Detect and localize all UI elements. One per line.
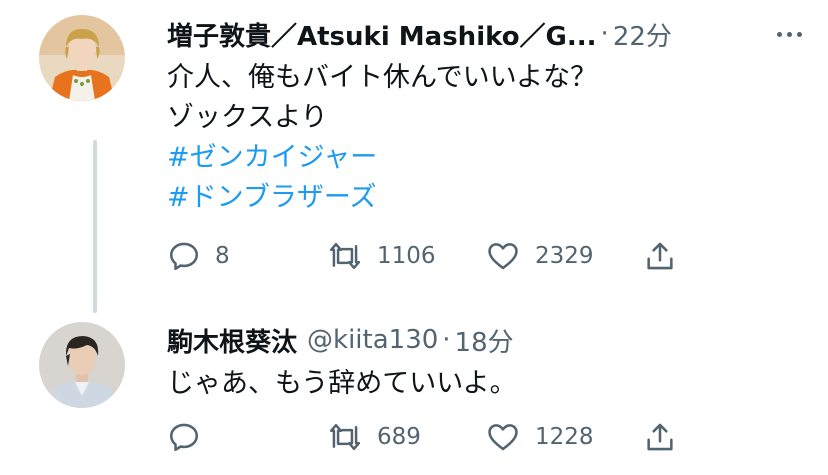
handle[interactable]: @kiita130 [307,325,438,355]
share-icon [647,242,673,270]
separator-dot: · [442,325,451,355]
share-button[interactable] [643,236,677,276]
tweet-actions: 8 1106 2329 [167,236,687,276]
share-icon [647,423,673,451]
tweet-header: 駒木根葵汰 @kiita130 · 18分 [167,320,802,360]
retweet-icon [329,242,361,270]
like-icon [488,424,518,451]
timestamp[interactable]: 22分 [613,16,672,53]
tweet-text: 介人、俺もバイト休んでいいよな？ ゾックスより #ゼンカイジャー #ドンブラザー… [167,58,597,218]
thread-line [93,140,97,313]
like-count: 1228 [535,424,594,450]
avatar[interactable] [39,322,125,408]
hashtag-link[interactable]: #ドンブラザーズ [167,178,597,218]
tweet-actions: 689 1228 [167,417,687,457]
reply-icon [169,242,199,271]
like-count: 2329 [535,243,594,269]
like-icon [488,243,518,270]
tweet-2[interactable]: 駒木根葵汰 @kiita130 · 18分 じゃあ、もう辞めていいよ。 689 … [0,310,828,475]
tweet-1[interactable]: 増子敦貴／Atsuki Mashiko／G... · 22分 介人、俺もバイト休… [0,0,828,313]
separator-dot: · [600,19,609,49]
retweet-button[interactable]: 1106 [327,236,436,276]
more-icon[interactable] [777,14,802,54]
tweet-header: 増子敦貴／Atsuki Mashiko／G... · 22分 [167,14,738,54]
avatar-image [39,322,125,408]
retweet-button[interactable]: 689 [327,417,421,457]
like-button[interactable]: 2329 [485,236,594,276]
display-name[interactable]: 増子敦貴／Atsuki Mashiko／G... [167,16,597,53]
timestamp[interactable]: 18分 [455,322,514,359]
reply-icon [169,423,199,452]
reply-count: 8 [215,243,230,269]
share-button[interactable] [643,417,677,457]
reply-button[interactable]: 8 [167,236,230,276]
retweet-icon [329,423,361,451]
display-name[interactable]: 駒木根葵汰 [167,322,297,359]
tweet-text-line: ゾックスより [167,102,328,133]
avatar-image [39,15,125,101]
tweet-text-line: 介人、俺もバイト休んでいいよな？ [167,62,598,93]
hashtag-link[interactable]: #ゼンカイジャー [167,138,597,178]
avatar[interactable] [39,15,125,101]
reply-button[interactable] [167,417,215,457]
tweet-text-line: じゃあ、もう辞めていいよ。 [167,368,517,399]
retweet-count: 1106 [377,243,436,269]
tweet-text: じゃあ、もう辞めていいよ。 [167,364,517,404]
like-button[interactable]: 1228 [485,417,594,457]
retweet-count: 689 [377,424,421,450]
